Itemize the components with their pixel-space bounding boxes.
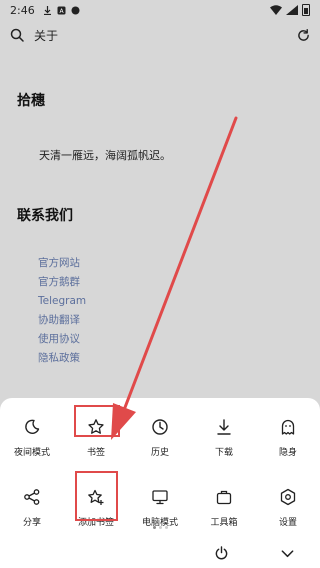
status-bar: 2:46 A xyxy=(0,0,320,20)
toolbox-icon xyxy=(216,490,232,505)
download-icon xyxy=(217,419,231,435)
top-bar: 关于 xyxy=(0,22,320,48)
app-motto: 天清一雁远，海阔孤帆迟。 xyxy=(39,149,171,162)
notification-status-icon: A xyxy=(57,6,66,15)
menu-item-label: 隐身 xyxy=(278,448,297,458)
clock-icon xyxy=(152,419,168,435)
share-icon xyxy=(24,489,40,505)
app-status-icon xyxy=(71,6,80,15)
menu-item-label: 夜间模式 xyxy=(13,448,50,458)
app-name-heading: 拾穗 xyxy=(17,93,45,109)
download-status-icon xyxy=(43,5,52,15)
page-dot-active xyxy=(152,526,156,529)
highlight-box-add-bookmark xyxy=(75,471,118,521)
moon-icon xyxy=(25,419,40,434)
link-official-site[interactable]: 官方网站 xyxy=(38,256,86,275)
menu-item-label: 书签 xyxy=(86,448,105,458)
search-icon[interactable] xyxy=(10,28,24,42)
menu-item-history[interactable]: 历史 xyxy=(128,416,192,486)
menu-item-incognito[interactable]: 隐身 xyxy=(256,416,320,486)
status-time: 2:46 xyxy=(10,3,35,17)
page-title: 关于 xyxy=(34,28,59,43)
highlight-box-bookmarks xyxy=(74,405,120,437)
refresh-icon[interactable] xyxy=(297,28,310,42)
menu-item-label: 历史 xyxy=(150,448,169,458)
link-official-group[interactable]: 官方鹅群 xyxy=(38,275,86,294)
menu-item-downloads[interactable]: 下载 xyxy=(192,416,256,486)
page-dot xyxy=(164,526,168,529)
chevron-down-icon[interactable] xyxy=(280,546,295,561)
menu-grid: 夜间模式 书签 历史 下载 隐身 分享 添加书签 电脑模式 工具箱 设置 xyxy=(0,416,320,556)
battery-icon xyxy=(302,4,310,16)
sheet-footer xyxy=(0,542,320,566)
page-dot xyxy=(158,526,162,529)
contact-links: 官方网站 官方鹅群 Telegram 协助翻译 使用协议 隐私政策 xyxy=(38,256,86,370)
menu-row: 夜间模式 书签 历史 下载 隐身 xyxy=(0,416,320,486)
link-telegram[interactable]: Telegram xyxy=(38,294,86,313)
wifi-icon xyxy=(270,5,282,15)
link-terms-of-use[interactable]: 使用协议 xyxy=(38,332,86,351)
link-help-translate[interactable]: 协助翻译 xyxy=(38,313,86,332)
signal-icon xyxy=(286,5,298,15)
page-indicator xyxy=(0,526,320,529)
monitor-icon xyxy=(152,490,168,505)
bottom-menu-sheet: 夜间模式 书签 历史 下载 隐身 分享 添加书签 电脑模式 工具箱 设置 xyxy=(0,398,320,568)
menu-item-night-mode[interactable]: 夜间模式 xyxy=(0,416,64,486)
contact-heading: 联系我们 xyxy=(17,208,73,224)
link-privacy-policy[interactable]: 隐私政策 xyxy=(38,351,86,370)
ghost-icon xyxy=(281,419,295,435)
power-icon[interactable] xyxy=(214,546,229,561)
menu-item-label: 下载 xyxy=(214,448,233,458)
gear-icon xyxy=(280,488,296,506)
about-section: 拾穗 xyxy=(17,90,303,110)
